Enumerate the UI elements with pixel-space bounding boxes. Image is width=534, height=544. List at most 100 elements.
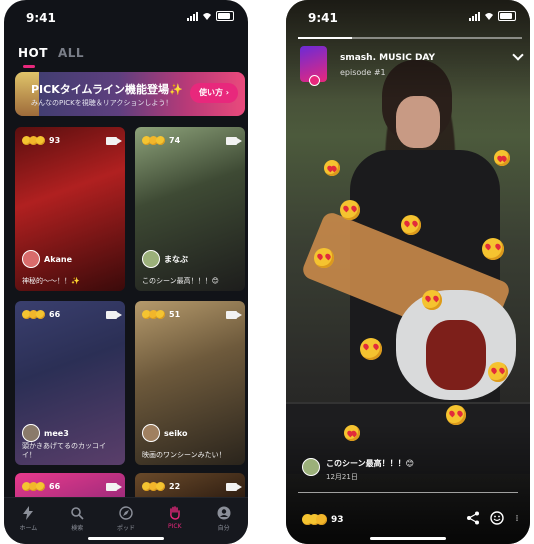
reaction-count: 74 xyxy=(169,136,181,145)
heart-eyes-emoji-icon xyxy=(494,150,510,166)
pick-card[interactable]: 74 まなぶ このシーン最高！！！😊 xyxy=(135,127,245,291)
reaction-counter: 66 xyxy=(22,310,60,319)
heart-eyes-emoji-icon xyxy=(446,405,466,425)
tab-home[interactable]: ホーム xyxy=(4,498,53,544)
reaction-count: 93 xyxy=(49,136,61,145)
tab-label: PICK xyxy=(168,523,182,530)
video-camera-icon xyxy=(106,137,122,145)
card-caption: 神秘的〜〜！！✨ xyxy=(22,277,80,285)
profile-icon xyxy=(217,506,231,520)
emoji-icon xyxy=(156,136,165,145)
show-title: smash. MUSIC DAY xyxy=(340,53,436,63)
tab-label: 検索 xyxy=(71,525,84,532)
left-screen: 9:41 HOT ALL PICKタイムライン機能登場✨ みんなのPICKを視聴… xyxy=(4,0,248,544)
card-caption: 映画のワンシーンみたい！ xyxy=(142,451,226,459)
reaction-counter: 66 xyxy=(22,482,60,491)
pick-card[interactable]: 93 Akane 神秘的〜〜！！✨ xyxy=(15,127,125,291)
playback-progress[interactable] xyxy=(298,37,522,39)
hand-icon xyxy=(169,506,180,520)
banner-title: PICKタイムライン機能登場✨ xyxy=(31,83,183,96)
card-caption: このシーン最高！！！😊 xyxy=(142,277,219,285)
status-bar: 9:41 xyxy=(286,8,530,26)
guitar-pickguard xyxy=(426,320,486,390)
avatar xyxy=(22,250,40,268)
heart-eyes-emoji-icon xyxy=(360,338,382,360)
video-camera-icon xyxy=(226,137,242,145)
avatar xyxy=(22,424,40,442)
reaction-counter: 22 xyxy=(142,482,180,491)
comment-date: 12月21日 xyxy=(326,473,358,481)
feed-tabs: HOT ALL xyxy=(18,46,84,68)
compass-icon xyxy=(119,506,133,520)
reaction-count: 93 xyxy=(331,514,344,525)
reaction-count: 66 xyxy=(49,482,61,491)
tab-all[interactable]: ALL xyxy=(58,46,84,60)
heart-eyes-emoji-icon xyxy=(401,215,421,235)
avatar xyxy=(142,424,160,442)
status-bar: 9:41 xyxy=(4,8,248,26)
status-time: 9:41 xyxy=(26,11,56,25)
status-icons xyxy=(469,11,516,21)
emoji-icon xyxy=(156,310,165,319)
pick-card[interactable]: 66 mee3 頭かきあげてるのカッコイイ！ xyxy=(15,301,125,465)
heart-eyes-emoji-icon xyxy=(482,238,504,260)
heart-eyes-emoji-icon xyxy=(344,425,360,441)
avatar xyxy=(142,250,160,268)
wifi-icon xyxy=(203,13,211,20)
video-camera-icon xyxy=(226,483,242,491)
share-icon[interactable] xyxy=(466,511,480,525)
pick-card[interactable]: 51 seiko 映画のワンシーンみたい！ xyxy=(135,301,245,465)
heart-eyes-emoji-icon xyxy=(316,514,327,525)
heart-eyes-emoji-icon xyxy=(422,290,442,310)
comment-text: このシーン最高！！！😊 xyxy=(326,459,414,468)
user-name: seiko xyxy=(164,428,188,438)
smile-reaction-icon[interactable] xyxy=(490,511,504,525)
battery-icon xyxy=(216,11,234,21)
tab-hot[interactable]: HOT xyxy=(18,46,48,68)
reaction-counter: 93 xyxy=(22,136,60,145)
card-user: mee3 xyxy=(22,424,69,442)
avatar xyxy=(302,458,320,476)
video-camera-icon xyxy=(226,311,242,319)
player-actions xyxy=(466,511,520,525)
reaction-summary[interactable]: 93 xyxy=(302,514,344,525)
home-indicator xyxy=(88,537,164,540)
heart-eyes-emoji-icon xyxy=(314,248,334,268)
user-name: Akane xyxy=(44,254,73,264)
play-icon xyxy=(309,75,320,86)
tab-label: 自分 xyxy=(217,525,230,532)
tab-label: ホーム xyxy=(19,525,38,532)
reaction-count: 66 xyxy=(49,310,61,319)
progress-fill xyxy=(298,37,352,39)
heart-eyes-emoji-icon xyxy=(488,362,508,382)
tab-label: ポッド xyxy=(116,525,135,532)
emoji-icon xyxy=(36,136,45,145)
card-user: Akane xyxy=(22,250,72,268)
episode-label: episode #1 xyxy=(340,68,386,77)
comment: このシーン最高！！！😊 12月21日 xyxy=(302,458,414,482)
banner-subtitle: みんなのPICKを視聴＆リアクションしよう！ xyxy=(31,99,173,107)
video-camera-icon xyxy=(106,483,122,491)
divider xyxy=(298,492,518,493)
status-time: 9:41 xyxy=(308,11,338,25)
reaction-counter: 51 xyxy=(142,310,180,319)
how-to-use-button[interactable]: 使い方 › xyxy=(190,83,238,103)
right-screen: 9:41 smash. MUSIC DAY episode #1 このシーン最高… xyxy=(286,0,530,544)
show-thumbnail[interactable] xyxy=(300,46,327,86)
user-name: まなぶ xyxy=(164,254,188,264)
video-camera-icon xyxy=(106,311,122,319)
reaction-count: 51 xyxy=(169,310,181,319)
battery-icon xyxy=(498,11,516,21)
more-icon[interactable] xyxy=(514,511,520,525)
card-user: seiko xyxy=(142,424,188,442)
signal-icon xyxy=(469,11,480,21)
user-name: mee3 xyxy=(44,428,69,438)
performer-face xyxy=(396,96,440,148)
pick-timeline-banner[interactable]: PICKタイムライン機能登場✨ みんなのPICKを視聴＆リアクションしよう！ 使… xyxy=(15,72,245,116)
card-user: まなぶ xyxy=(142,250,188,268)
emoji-icon xyxy=(36,310,45,319)
emoji-icon xyxy=(156,482,165,491)
reaction-counter: 74 xyxy=(142,136,180,145)
heart-eyes-emoji-icon xyxy=(324,160,340,176)
tab-me[interactable]: 自分 xyxy=(199,498,248,544)
